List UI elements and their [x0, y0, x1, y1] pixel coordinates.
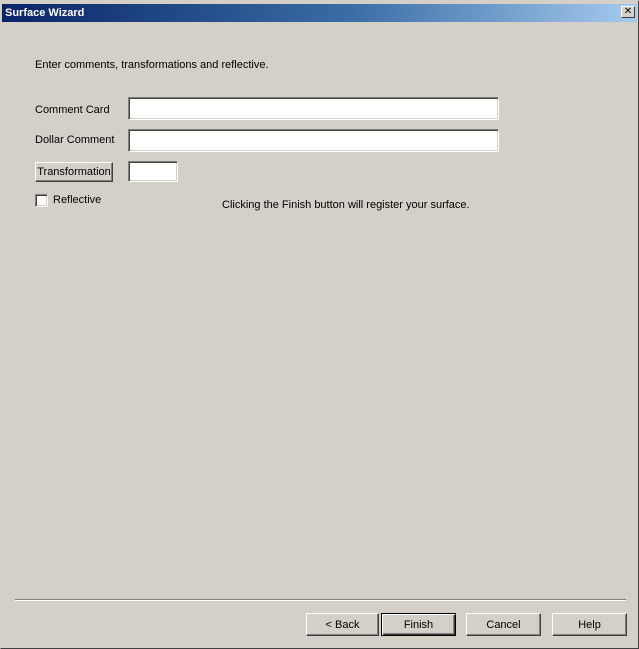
- help-button[interactable]: Help: [552, 613, 627, 636]
- comment-card-label: Comment Card: [35, 104, 110, 116]
- transformation-input[interactable]: [128, 161, 178, 182]
- transformation-button[interactable]: Transformation: [35, 162, 113, 182]
- title-bar[interactable]: Surface Wizard ✕: [2, 4, 637, 22]
- back-button-label: < Back: [325, 618, 360, 631]
- transformation-button-label: Transformation: [37, 166, 111, 178]
- finish-button[interactable]: Finish: [381, 613, 456, 636]
- reflective-label: Reflective: [53, 194, 102, 206]
- dollar-comment-label: Dollar Comment: [35, 134, 115, 146]
- finish-note-text: Clicking the Finish button will register…: [222, 199, 470, 211]
- cancel-button[interactable]: Cancel: [466, 613, 541, 636]
- reflective-checkbox[interactable]: [35, 194, 48, 207]
- footer-separator: [15, 599, 626, 601]
- close-icon: ✕: [623, 6, 633, 17]
- help-button-label: Help: [578, 618, 601, 631]
- surface-wizard-window: Surface Wizard ✕ Enter comments, transfo…: [0, 0, 639, 649]
- back-button[interactable]: < Back: [306, 613, 379, 636]
- window-title: Surface Wizard: [5, 7, 85, 19]
- finish-button-label: Finish: [403, 618, 434, 631]
- comment-card-input[interactable]: [128, 97, 499, 120]
- close-button[interactable]: ✕: [621, 6, 635, 18]
- instruction-text: Enter comments, transformations and refl…: [35, 59, 269, 71]
- dollar-comment-input[interactable]: [128, 129, 499, 152]
- cancel-button-label: Cancel: [486, 618, 521, 631]
